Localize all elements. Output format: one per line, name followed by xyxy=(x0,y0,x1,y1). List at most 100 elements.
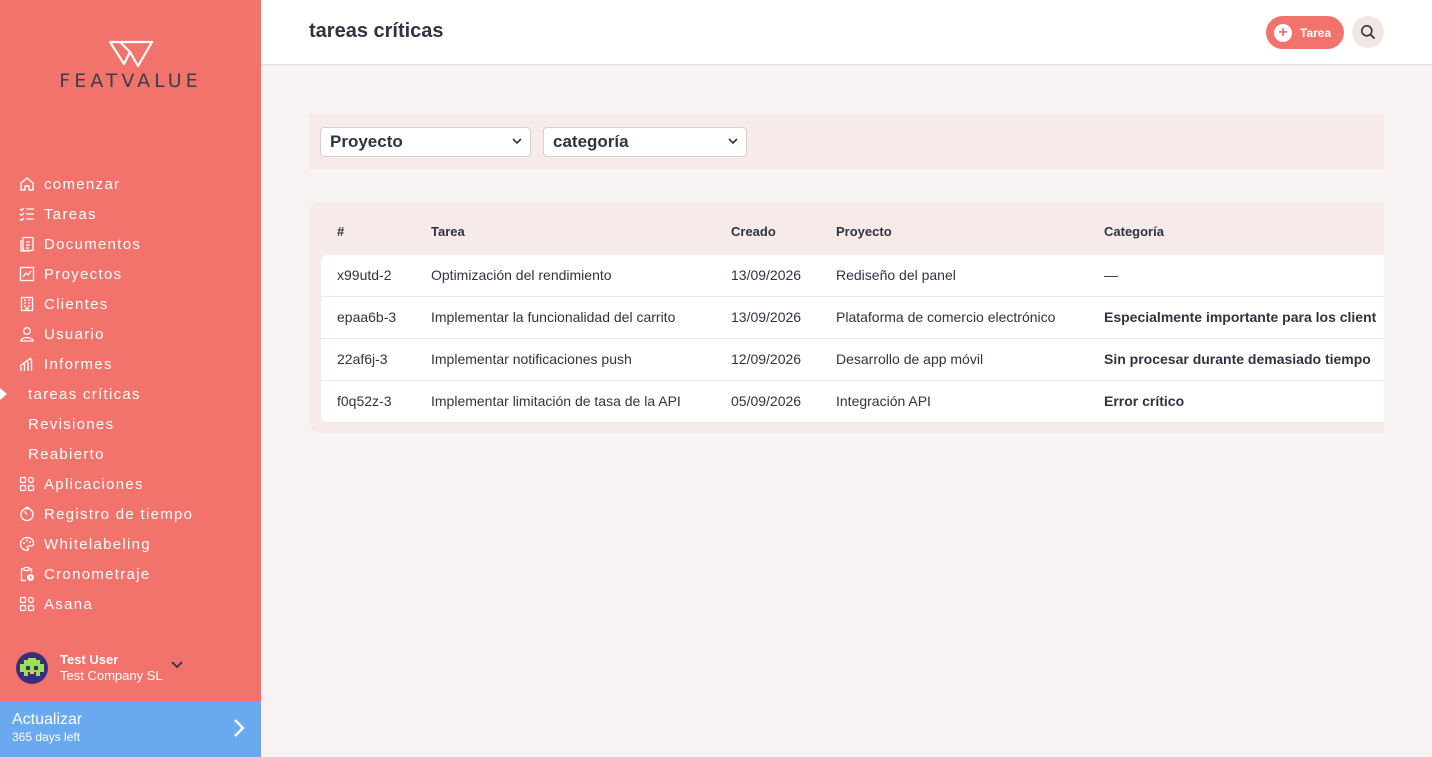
sidebar-item-registro-de-tiempo[interactable]: Registro de tiempo xyxy=(0,499,261,529)
bar-chart-icon xyxy=(18,355,36,373)
sidebar-item-label: Proyectos xyxy=(44,265,123,283)
home-icon xyxy=(18,175,36,193)
user-name: Test User xyxy=(60,652,119,667)
sidebar-item-whitelabeling[interactable]: Whitelabeling xyxy=(0,529,261,559)
cell-id: f0q52z-3 xyxy=(337,393,392,409)
checklist-icon xyxy=(18,205,36,223)
apps-icon xyxy=(18,595,36,613)
sidebar-item-label: Usuario xyxy=(44,325,105,343)
cell-id: epaa6b-3 xyxy=(337,309,397,325)
user-company: Test Company SL xyxy=(60,668,163,683)
clipboard-clock-icon xyxy=(18,565,36,583)
upgrade-banner[interactable]: Actualizar 365 days left xyxy=(0,701,261,757)
critical-tasks-table: # Tarea Creado Proyecto Categoría x99utd… xyxy=(309,201,1384,433)
search-icon xyxy=(1361,25,1376,40)
sidebar-item-documentos[interactable]: Documentos xyxy=(0,229,261,259)
sidebar-item-tareas[interactable]: Tareas xyxy=(0,199,261,229)
sidebar-item-label: Aplicaciones xyxy=(44,475,144,493)
building-icon xyxy=(18,295,36,313)
sidebar-item-informes[interactable]: Informes xyxy=(0,349,261,379)
cell-task[interactable]: Implementar la funcionalidad del carrito xyxy=(431,309,675,325)
sidebar-item-proyectos[interactable]: Proyectos xyxy=(0,259,261,289)
sidebar-item-label: Informes xyxy=(44,355,113,373)
cell-project: Integración API xyxy=(836,393,931,409)
sidebar-item-label: Revisiones xyxy=(28,415,115,433)
sidebar-item-revisiones[interactable]: Revisiones xyxy=(0,409,261,439)
sidebar-item-label: Asana xyxy=(44,595,94,613)
cell-id: x99utd-2 xyxy=(337,267,392,283)
sidebar-item-label: Cronometraje xyxy=(44,565,151,583)
cell-created: 05/09/2026 xyxy=(731,393,802,409)
column-header-project[interactable]: Proyecto xyxy=(836,224,892,239)
chevron-right-icon xyxy=(234,719,245,737)
upgrade-title: Actualizar xyxy=(12,711,83,728)
sidebar-item-label: Clientes xyxy=(44,295,109,313)
user-menu[interactable]: Test User Test Company SL xyxy=(16,652,183,684)
sidebar-item-label: comenzar xyxy=(44,175,121,193)
cell-created: 13/09/2026 xyxy=(731,309,802,325)
search-button[interactable] xyxy=(1352,16,1384,48)
cell-created: 12/09/2026 xyxy=(731,351,802,367)
cell-project: Rediseño del panel xyxy=(836,267,956,283)
sidebar-item-label: Registro de tiempo xyxy=(44,505,194,523)
logo[interactable]: FEATVALUE xyxy=(0,40,261,92)
column-header-created[interactable]: Creado xyxy=(731,224,776,239)
cell-category: Especialmente importante para los client xyxy=(1104,309,1377,325)
user-icon xyxy=(18,325,36,343)
column-header-id: # xyxy=(337,224,345,239)
chevron-down-icon xyxy=(728,138,738,145)
cell-id: 22af6j-3 xyxy=(337,351,388,367)
column-header-task[interactable]: Tarea xyxy=(431,224,465,239)
logo-text: FEATVALUE xyxy=(59,70,202,92)
logo-mark-icon xyxy=(108,40,153,68)
table-row[interactable]: x99utd-2 Optimización del rendimiento 13… xyxy=(321,255,1384,297)
cell-task[interactable]: Implementar notificaciones push xyxy=(431,351,632,367)
sidebar-item-comenzar[interactable]: comenzar xyxy=(0,169,261,199)
project-select-value: Proyecto xyxy=(330,132,403,151)
sidebar-item-label: Whitelabeling xyxy=(44,535,151,553)
timer-icon xyxy=(18,505,36,523)
apps-icon xyxy=(18,475,36,493)
sidebar-item-asana[interactable]: Asana xyxy=(0,589,261,619)
sidebar-item-cronometraje[interactable]: Cronometraje xyxy=(0,559,261,589)
project-select[interactable]: Proyecto xyxy=(320,127,531,157)
filter-bar: Proyecto categoría xyxy=(309,113,1384,169)
cell-category: — xyxy=(1104,267,1118,283)
sidebar-item-aplicaciones[interactable]: Aplicaciones xyxy=(0,469,261,499)
chevron-down-icon[interactable] xyxy=(170,661,183,669)
cell-category: Error crítico xyxy=(1104,393,1185,409)
cell-created: 13/09/2026 xyxy=(731,267,802,283)
sidebar-item-tareas-criticas[interactable]: tareas críticas xyxy=(0,379,261,409)
cell-task[interactable]: Implementar limitación de tasa de la API xyxy=(431,393,681,409)
sidebar-item-clientes[interactable]: Clientes xyxy=(0,289,261,319)
sidebar-item-label: tareas críticas xyxy=(28,385,141,403)
sidebar-item-reabierto[interactable]: Reabierto xyxy=(0,439,261,469)
column-header-category[interactable]: Categoría xyxy=(1104,224,1164,239)
palette-icon xyxy=(18,535,36,553)
sidebar-item-label: Documentos xyxy=(44,235,142,253)
user-info: Test User Test Company SL xyxy=(60,652,163,684)
upgrade-days-left: 365 days left xyxy=(12,730,81,744)
sidebar-item-usuario[interactable]: Usuario xyxy=(0,319,261,349)
cell-task[interactable]: Optimización del rendimiento xyxy=(431,267,612,283)
table-row[interactable]: 22af6j-3 Implementar notificaciones push… xyxy=(321,339,1384,381)
cell-category: Sin procesar durante demasiado tiempo xyxy=(1104,351,1371,367)
sidebar: FEATVALUE comenzar Tareas Documentos Pro… xyxy=(0,0,261,757)
table-body: x99utd-2 Optimización del rendimiento 13… xyxy=(321,255,1384,423)
add-task-label: Tarea xyxy=(1300,25,1332,40)
cell-project: Desarrollo de app móvil xyxy=(836,351,984,367)
top-header: tareas críticas + Tarea xyxy=(261,0,1432,65)
page-title: tareas críticas xyxy=(309,20,444,42)
chart-icon xyxy=(18,265,36,283)
table-row[interactable]: epaa6b-3 Implementar la funcionalidad de… xyxy=(321,297,1384,339)
chevron-down-icon xyxy=(512,138,522,145)
documents-icon xyxy=(18,235,36,253)
cell-project: Plataforma de comercio electrónico xyxy=(836,309,1056,325)
sidebar-item-label: Reabierto xyxy=(28,445,105,463)
add-task-button[interactable]: + Tarea xyxy=(1266,16,1344,49)
table-row[interactable]: f0q52z-3 Implementar limitación de tasa … xyxy=(321,381,1384,423)
category-select-value: categoría xyxy=(553,132,629,151)
avatar xyxy=(16,652,48,684)
sidebar-item-label: Tareas xyxy=(44,205,97,223)
category-select[interactable]: categoría xyxy=(543,127,747,157)
